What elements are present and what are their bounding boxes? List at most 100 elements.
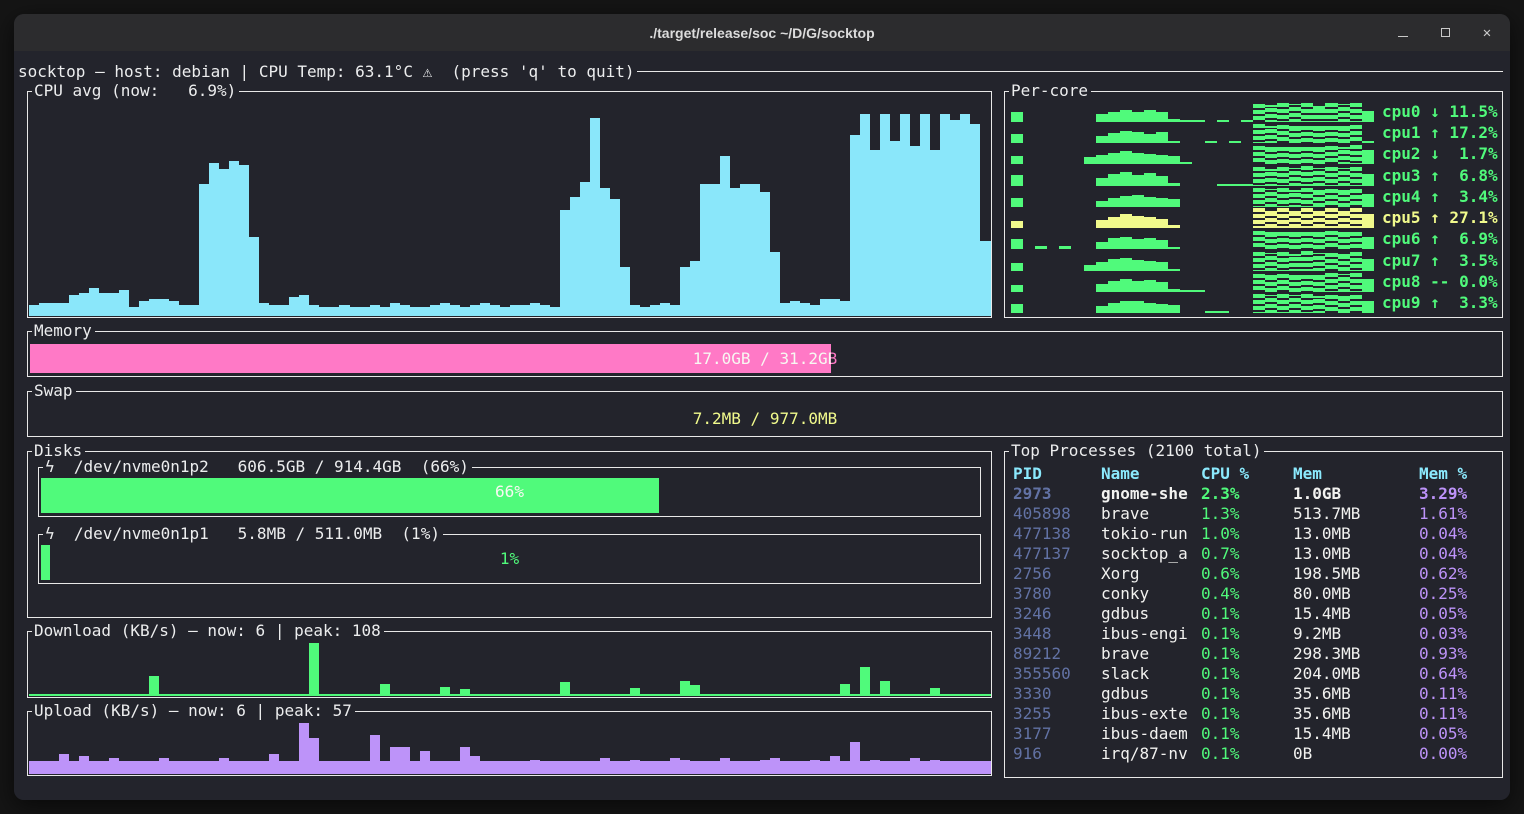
bar [329, 307, 339, 316]
bar [289, 297, 299, 316]
bar [460, 307, 470, 316]
top-processes-title: Top Processes (2100 total) [1009, 440, 1264, 462]
disk-nvme0n1p2-title: ϟ /dev/nvme0n1p2 606.5GB / 914.4GB (66%) [43, 456, 472, 478]
bar [1338, 230, 1350, 249]
bar [219, 758, 229, 774]
bar [1180, 162, 1192, 164]
bar [360, 694, 370, 696]
bar [1265, 209, 1277, 228]
bar [640, 694, 650, 696]
bar [1350, 167, 1362, 185]
bar [1362, 301, 1374, 313]
process-cell: 513.7MB [1293, 504, 1419, 524]
bar [1362, 279, 1374, 291]
core-sparkline [1011, 208, 1374, 228]
disk-nvme0n1p1: ϟ /dev/nvme0n1p1 5.8MB / 511.0MB (1%) 1%… [38, 534, 981, 584]
process-cell: 13.0MB [1293, 544, 1419, 564]
bar [1217, 120, 1229, 122]
process-cell: socktop_a [1101, 544, 1201, 564]
close-button[interactable]: ✕ [1476, 22, 1498, 44]
process-cell: Xorg [1101, 564, 1201, 584]
process-cell: 0.03% [1419, 624, 1498, 644]
bar [79, 756, 89, 774]
bar [1313, 253, 1325, 271]
disk-nvme0n1p2: ϟ /dev/nvme0n1p2 606.5GB / 914.4GB (66%)… [38, 467, 981, 517]
bar [1289, 145, 1301, 164]
bar [830, 694, 840, 696]
bar [1265, 253, 1277, 271]
bar [1253, 104, 1265, 122]
terminal-content: socktop — host: debian | CPU Temp: 63.1°… [14, 51, 1510, 800]
bar [69, 761, 79, 774]
bar [1168, 183, 1180, 185]
process-cell: 0.64% [1419, 664, 1498, 684]
bar [470, 756, 480, 774]
download-title: Download (KB/s) — now: 6 | peak: 108 [32, 620, 384, 642]
core-label: cpu4 ↑ 3.4% [1374, 187, 1498, 207]
window-titlebar[interactable]: ./target/release/soc ~/D/G/socktop ✕ [14, 14, 1510, 51]
process-cell: 2973 [1013, 484, 1101, 504]
bar [710, 184, 720, 316]
process-cell: 0.7% [1201, 544, 1293, 564]
bar [1241, 120, 1253, 122]
bar [630, 305, 640, 316]
bar [1120, 196, 1132, 206]
bar [219, 169, 229, 316]
core-row-cpu6: cpu6 ↑ 6.9% [1011, 229, 1498, 249]
bar [660, 694, 670, 696]
bar [410, 761, 420, 774]
bar [1253, 231, 1265, 249]
process-cell: 298.3MB [1293, 644, 1419, 664]
swap-gauge: 7.2MB / 977.0MB 7.2MB / 977.0MB [30, 404, 1500, 433]
bar [460, 689, 470, 696]
bar [189, 694, 199, 696]
core-row-cpu5: cpu5 ↑ 27.1% [1011, 208, 1498, 228]
bar [440, 303, 450, 316]
disks-panel: Disks ϟ /dev/nvme0n1p2 606.5GB / 914.4GB… [27, 451, 992, 618]
process-cell: 1.61% [1419, 504, 1498, 524]
process-cell: 89212 [1013, 644, 1101, 664]
bar [1120, 214, 1132, 228]
bar [1156, 132, 1168, 144]
minimize-icon [1398, 36, 1408, 37]
process-cell: 3.29% [1419, 484, 1498, 504]
bar [720, 694, 730, 696]
bar [490, 694, 500, 696]
bar [1313, 209, 1325, 228]
bar [1265, 169, 1277, 186]
process-cell: 3177 [1013, 724, 1101, 744]
core-label: cpu0 ↓ 11.5% [1374, 102, 1498, 122]
bar [59, 754, 69, 774]
bar [1350, 208, 1362, 228]
maximize-button[interactable] [1434, 22, 1456, 44]
bar [1120, 172, 1132, 186]
bar [1338, 274, 1350, 292]
bar [800, 694, 810, 696]
bar [660, 303, 670, 316]
bar [840, 301, 850, 316]
bar [89, 761, 99, 774]
bar [890, 694, 900, 696]
bar [1084, 265, 1096, 271]
bar [520, 694, 530, 696]
core-row-cpu0: cpu0 ↓ 11.5% [1011, 102, 1498, 122]
bar [400, 694, 410, 696]
bar [1156, 219, 1168, 229]
bar [1192, 120, 1204, 122]
bar [299, 694, 309, 696]
bar [400, 305, 410, 316]
bar [920, 694, 930, 696]
bar [920, 114, 930, 316]
bar [540, 694, 550, 696]
disk-nvme0n1p2-gauge: 66% 66% [41, 478, 978, 513]
minimize-button[interactable] [1392, 22, 1414, 44]
window-title: ./target/release/soc ~/D/G/socktop [14, 25, 1510, 41]
bar [570, 761, 580, 774]
process-cell: 477138 [1013, 524, 1101, 544]
bar [1301, 103, 1313, 122]
process-cell: conky [1101, 584, 1201, 604]
process-cell: gdbus [1101, 684, 1201, 704]
bar [1253, 208, 1265, 228]
bar [29, 694, 39, 696]
bar [1277, 188, 1289, 207]
